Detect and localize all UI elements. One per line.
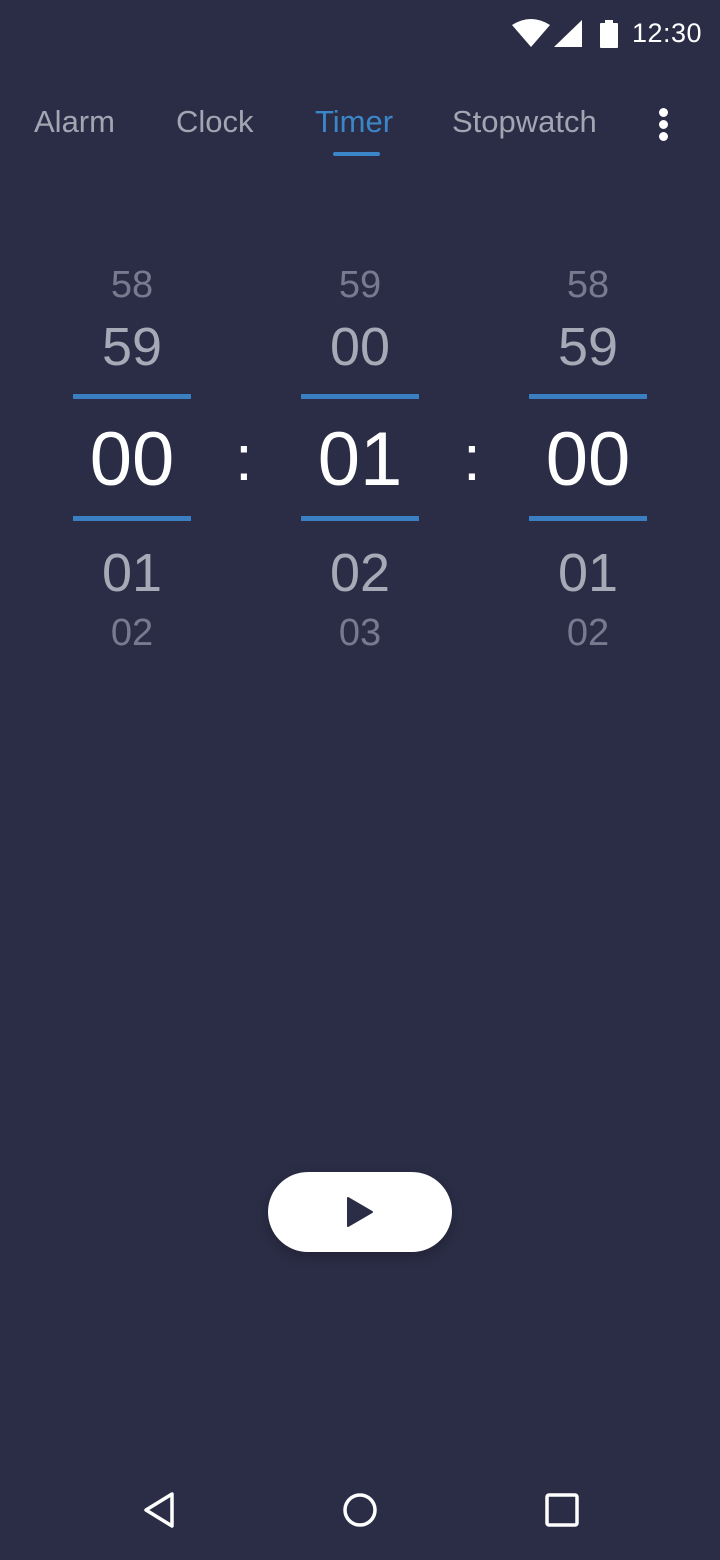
minutes-option[interactable]: 00 — [301, 320, 419, 374]
start-timer-button[interactable] — [268, 1172, 452, 1252]
play-icon — [347, 1197, 373, 1227]
seconds-option[interactable]: 02 — [529, 614, 647, 652]
selection-line-bottom — [73, 516, 191, 521]
active-tab-indicator — [333, 152, 380, 156]
minutes-option[interactable]: 03 — [301, 614, 419, 652]
tab-alarm[interactable]: Alarm — [34, 104, 115, 140]
selection-line-bottom — [301, 516, 419, 521]
time-separator: : — [235, 422, 253, 494]
time-separator: : — [463, 422, 481, 494]
back-icon[interactable] — [140, 1490, 180, 1530]
hours-selected[interactable]: 00 — [73, 422, 191, 498]
tab-bar: Alarm Clock Timer Stopwatch — [0, 96, 720, 166]
minutes-option[interactable]: 02 — [301, 546, 419, 600]
timer-picker: 58 59 00 01 02 : 59 00 01 02 03 : 58 59 … — [0, 250, 720, 670]
hours-option[interactable]: 58 — [73, 266, 191, 304]
seconds-option[interactable]: 01 — [529, 546, 647, 600]
tab-clock[interactable]: Clock — [176, 104, 254, 140]
hours-option[interactable]: 01 — [73, 546, 191, 600]
selection-line-top — [301, 394, 419, 399]
tab-stopwatch[interactable]: Stopwatch — [452, 104, 597, 140]
more-options-button[interactable] — [648, 100, 680, 148]
selection-line-top — [73, 394, 191, 399]
tab-timer[interactable]: Timer — [315, 104, 393, 140]
timer-screen: 12:30 Alarm Clock Timer Stopwatch 58 59 … — [0, 0, 720, 1560]
seconds-wheel[interactable]: 58 59 00 01 02 — [529, 250, 647, 670]
home-icon[interactable] — [340, 1490, 380, 1530]
minutes-wheel[interactable]: 59 00 01 02 03 — [301, 250, 419, 670]
battery-icon — [600, 20, 618, 48]
minutes-selected[interactable]: 01 — [301, 422, 419, 498]
seconds-option[interactable]: 58 — [529, 266, 647, 304]
hours-wheel[interactable]: 58 59 00 01 02 — [73, 250, 191, 670]
system-nav-bar — [0, 1456, 720, 1560]
hours-option[interactable]: 02 — [73, 614, 191, 652]
selection-line-top — [529, 394, 647, 399]
status-bar: 12:30 — [0, 0, 720, 68]
minutes-option[interactable]: 59 — [301, 266, 419, 304]
cell-signal-icon — [554, 20, 582, 47]
seconds-selected[interactable]: 00 — [529, 422, 647, 498]
status-time: 12:30 — [632, 18, 703, 48]
hours-option[interactable]: 59 — [73, 320, 191, 374]
seconds-option[interactable]: 59 — [529, 320, 647, 374]
selection-line-bottom — [529, 516, 647, 521]
recents-icon[interactable] — [542, 1490, 582, 1530]
wifi-icon — [512, 19, 550, 47]
